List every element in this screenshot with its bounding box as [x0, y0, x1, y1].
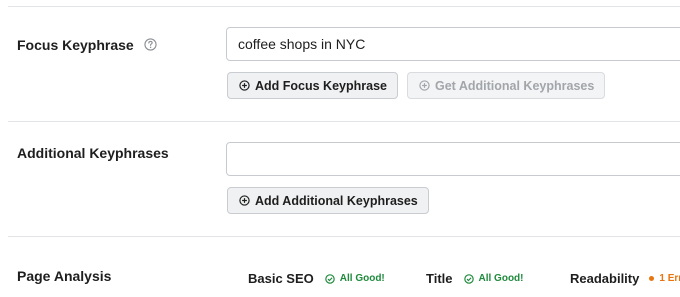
add-additional-keyphrases-button[interactable]: Add Additional Keyphrases [227, 187, 429, 214]
plus-circle-icon [239, 195, 250, 206]
readability-status: 1 Err [659, 273, 680, 284]
additional-keyphrases-input[interactable] [226, 142, 680, 176]
focus-keyphrase-input[interactable] [226, 27, 680, 61]
readability-label: Readability [570, 271, 640, 286]
top-divider [8, 6, 680, 7]
section-divider [8, 236, 680, 237]
get-additional-keyphrases-button[interactable]: Get Additional Keyphrases [407, 72, 606, 99]
section-divider [8, 121, 680, 122]
basic-seo-status: All Good! [339, 273, 385, 284]
title-analysis[interactable]: Title All Good! [426, 271, 524, 286]
page-analysis-label: Page Analysis [17, 268, 112, 284]
title-status: All Good! [478, 273, 524, 284]
add-additional-keyphrases-label: Add Additional Keyphrases [255, 193, 418, 208]
check-circle-icon [325, 273, 335, 284]
question-circle-icon[interactable] [144, 38, 157, 51]
status-badge: 1 Err [649, 273, 680, 284]
basic-seo-label: Basic SEO [248, 271, 314, 286]
plus-circle-icon [419, 80, 430, 91]
check-circle-icon [463, 273, 474, 284]
status-badge: All Good! [463, 273, 524, 284]
basic-seo-analysis[interactable]: Basic SEO All Good! [248, 271, 385, 286]
add-focus-keyphrase-button[interactable]: Add Focus Keyphrase [227, 72, 398, 99]
get-additional-keyphrases-label: Get Additional Keyphrases [435, 78, 595, 93]
add-focus-keyphrase-label: Add Focus Keyphrase [255, 78, 387, 93]
title-label: Title [426, 271, 453, 286]
focus-keyphrase-label: Focus Keyphrase [17, 37, 134, 53]
status-badge: All Good! [325, 273, 385, 284]
additional-keyphrases-label: Additional Keyphrases [17, 145, 169, 161]
error-dot-icon [649, 276, 655, 281]
readability-analysis[interactable]: Readability 1 Err [570, 271, 680, 286]
plus-circle-icon [239, 80, 250, 91]
